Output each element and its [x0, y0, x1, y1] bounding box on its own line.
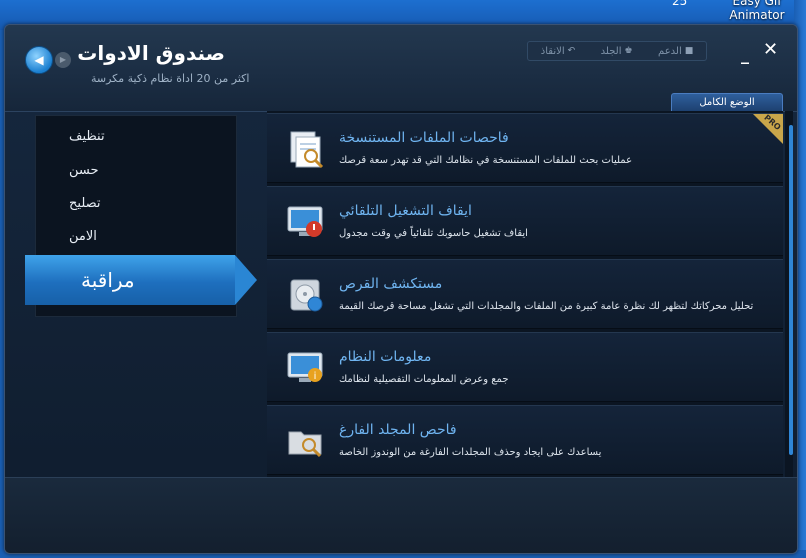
- duplicate-files-icon: [290, 131, 324, 169]
- close-icon: ✕: [763, 39, 779, 60]
- app-window: ◀ ▶ صندوق الادوات اكثر من 20 اداة نظام ذ…: [4, 24, 798, 554]
- back-button[interactable]: ◀: [25, 46, 53, 74]
- disk-explorer-icon: [290, 279, 323, 312]
- skin-link-label: الجلد: [600, 45, 622, 57]
- rescue-link-label: الانقاذ: [540, 45, 565, 57]
- system-info-icon: i: [287, 352, 323, 382]
- minimize-button[interactable]: _: [741, 45, 749, 64]
- active-pointer: [235, 255, 257, 305]
- empty-folder-icon: [288, 431, 322, 458]
- app-subtitle: اكثر من 20 اداة نظام ذكية مكرسة: [91, 72, 250, 85]
- tool-title: فاحصات الملفات المستنسخة: [339, 130, 509, 146]
- sidebar-item-optimize[interactable]: حسن: [69, 163, 99, 178]
- tool-title: فاحص المجلد الفارغ: [339, 422, 457, 438]
- support-link-label: الدعم: [658, 45, 682, 57]
- support-icon: ■: [684, 46, 694, 56]
- scrollbar-thumb[interactable]: [789, 125, 793, 455]
- app-header: ◀ ▶ صندوق الادوات اكثر من 20 اداة نظام ذ…: [5, 25, 797, 112]
- close-button[interactable]: ✕: [763, 39, 778, 60]
- full-mode-tab[interactable]: الوضع الكامل: [671, 93, 783, 112]
- tool-description: جمع وعرض المعلومات التفصيلية لنظامك: [339, 374, 509, 385]
- desktop-number: 25: [672, 0, 688, 8]
- svg-text:i: i: [314, 371, 317, 382]
- tool-empty-folder[interactable]: فاحص المجلد الفارغ يساعدك على ايجاد وحذف…: [267, 405, 783, 475]
- sidebar-item-monitor-label: مراقبة: [81, 268, 135, 292]
- desktop-icon-label[interactable]: Easy Gif Animator: [722, 0, 792, 22]
- sidebar-item-clean[interactable]: تنظيف: [69, 129, 105, 144]
- skin-icon: ♚: [624, 46, 633, 56]
- tool-system-info[interactable]: i معلومات النظام جمع وعرض المعلومات التف…: [267, 332, 783, 402]
- skin-link[interactable]: ♚ الجلد: [601, 46, 633, 57]
- rescue-icon: ↶: [567, 46, 576, 56]
- forward-button[interactable]: ▶: [55, 52, 71, 68]
- sidebar-item-security[interactable]: الامن: [69, 229, 97, 244]
- tool-disk-explorer[interactable]: مستكشف القرص تحليل محركاتك لتظهر لك نظرة…: [267, 259, 783, 329]
- app-title: صندوق الادوات: [77, 41, 225, 65]
- tool-description: ايقاف تشغيل حاسوبك تلقائياً في وقت مجدول: [339, 228, 528, 239]
- tool-duplicate-files[interactable]: فاحصات الملفات المستنسخة عمليات بحث للمل…: [267, 113, 783, 183]
- tool-description: يساعدك على ايجاد وحذف المجلدات الفارغة م…: [339, 447, 602, 458]
- tool-description: تحليل محركاتك لتظهر لك نظرة عامة كبيرة م…: [339, 301, 754, 312]
- tool-list: فاحصات الملفات المستنسخة عمليات بحث للمل…: [267, 111, 783, 499]
- auto-shutdown-icon: [287, 206, 323, 237]
- tool-title: معلومات النظام: [339, 349, 432, 365]
- rescue-link[interactable]: ↶ الانقاذ: [541, 46, 575, 57]
- sidebar-item-repair[interactable]: تصليح: [69, 196, 101, 211]
- tool-title: مستكشف القرص: [339, 276, 443, 292]
- support-link[interactable]: ■ الدعم: [658, 46, 693, 57]
- tool-description: عمليات بحث للملفات المستنسخة في نظامك ال…: [339, 155, 633, 166]
- top-links-bar: ■ الدعم ♚ الجلد ↶ الانقاذ: [527, 41, 707, 61]
- tool-title: ايقاف التشغيل التلقائي: [339, 203, 472, 219]
- app-footer: [5, 477, 797, 553]
- tool-auto-shutdown[interactable]: ايقاف التشغيل التلقائي ايقاف تشغيل حاسوب…: [267, 186, 783, 256]
- sidebar-item-monitor[interactable]: مراقبة: [25, 255, 235, 305]
- arrow-right-icon: ▶: [59, 55, 67, 64]
- arrow-left-icon: ◀: [34, 53, 44, 67]
